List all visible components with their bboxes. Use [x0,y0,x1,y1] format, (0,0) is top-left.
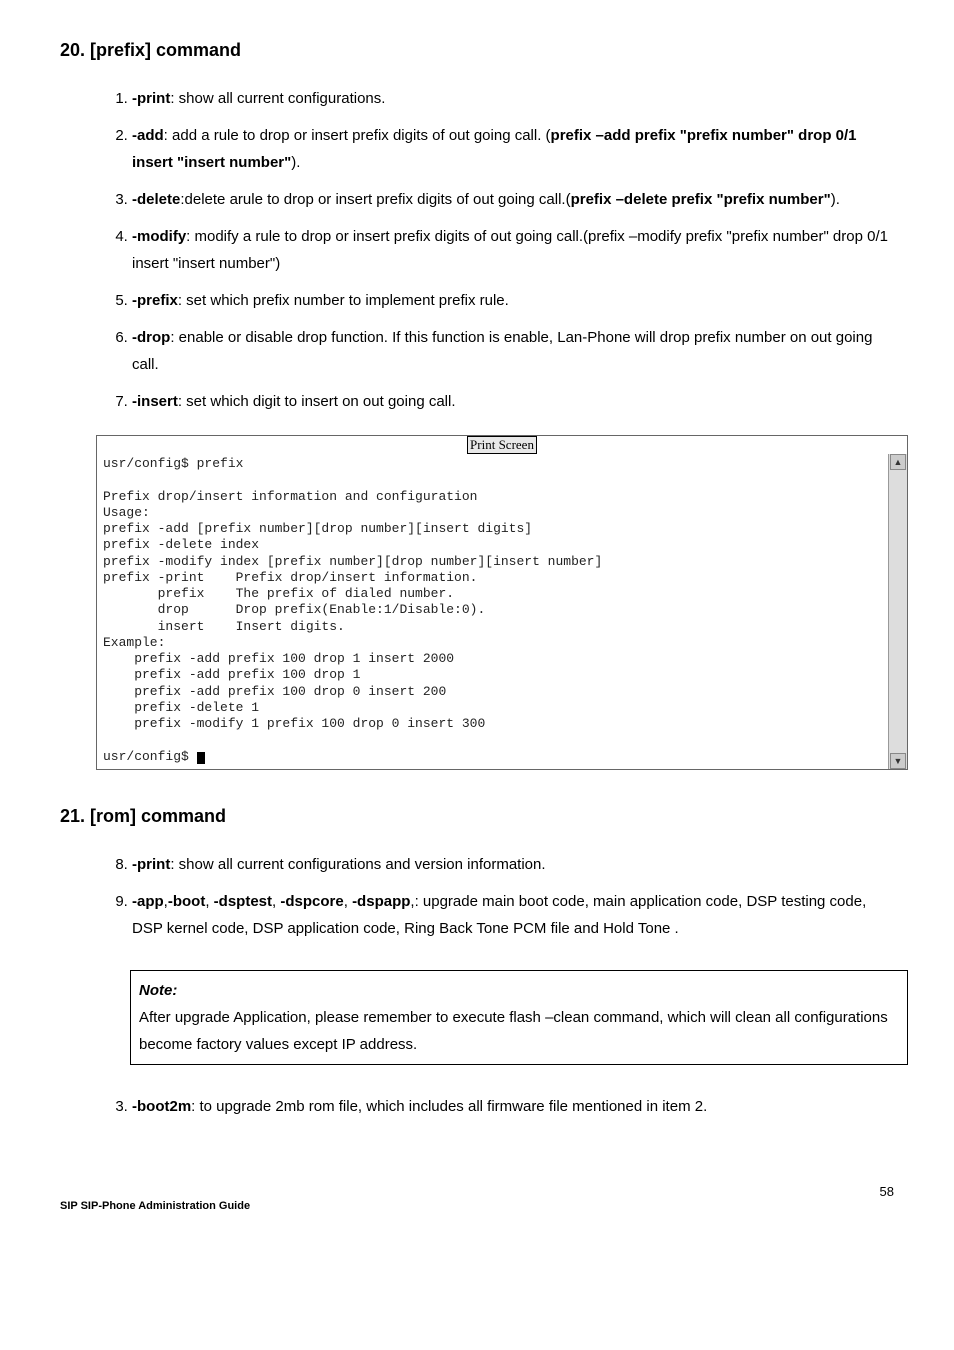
option-tail: ). [291,154,300,171]
list-item: -drop: enable or disable drop function. … [132,324,894,378]
section-21-list: -print: show all current configurations … [60,851,894,942]
page-footer: SIP SIP-Phone Administration Guide 58 [60,1200,894,1212]
list-item: -print: show all current configurations. [132,85,894,112]
terminal-body: usr/config$ prefix Prefix drop/insert in… [97,454,907,769]
option-desc: : show all current configurations and ve… [170,856,545,873]
option-syntax: prefix –delete prefix "prefix number" [571,191,831,208]
terminal-header: Print Screen [97,436,907,454]
option-desc: : set which prefix number to implement p… [178,292,509,309]
terminal-lines: usr/config$ prefix Prefix drop/insert in… [103,456,602,764]
option-name: -print [132,90,170,107]
terminal-panel: Print Screen usr/config$ prefix Prefix d… [96,435,908,770]
list-item: -insert: set which digit to insert on ou… [132,388,894,415]
option-desc: : show all current configurations. [170,90,385,107]
section-21-list-cont: -boot2m: to upgrade 2mb rom file, which … [60,1093,894,1120]
option-name: -drop [132,329,170,346]
list-item: -app,-boot, -dsptest, -dspcore, -dspapp,… [132,888,894,942]
option-tail: ). [831,191,840,208]
scroll-up-icon[interactable]: ▲ [890,454,906,470]
print-screen-button[interactable]: Print Screen [467,436,537,454]
page-number: 58 [880,1184,894,1199]
list-item: -modify: modify a rule to drop or insert… [132,223,894,277]
section-20-heading: 20. [prefix] command [60,40,894,61]
option-desc: :delete arule to drop or insert prefix d… [180,191,570,208]
option-name: -insert [132,393,178,410]
option-name: -modify [132,228,186,245]
option-desc: : enable or disable drop function. If th… [132,329,872,373]
option-name: -dspapp [352,893,410,910]
option-name: -delete [132,191,180,208]
footer-title: SIP SIP-Phone Administration Guide [60,1200,250,1212]
list-item: -prefix: set which prefix number to impl… [132,287,894,314]
note-box: Note: After upgrade Application, please … [130,970,908,1065]
note-body: After upgrade Application, please rememb… [139,1004,899,1058]
scroll-down-icon[interactable]: ▼ [890,753,906,769]
note-title: Note: [139,977,899,1004]
option-desc: : to upgrade 2mb rom file, which include… [191,1098,707,1115]
terminal-text: usr/config$ prefix Prefix drop/insert in… [97,454,888,769]
option-name: -boot2m [132,1098,191,1115]
option-name: -boot [168,893,205,910]
option-desc: : set which digit to insert on out going… [178,393,456,410]
section-21-heading: 21. [rom] command [60,806,894,827]
option-name: -prefix [132,292,178,309]
option-name: -dspcore [280,893,343,910]
option-desc: : modify a rule to drop or insert prefix… [132,228,888,272]
option-name: -dsptest [214,893,272,910]
list-item: -boot2m: to upgrade 2mb rom file, which … [132,1093,894,1120]
cursor-icon [197,752,205,764]
option-name: -add [132,127,164,144]
option-name: -app [132,893,164,910]
scrollbar[interactable]: ▲ ▼ [888,454,907,769]
option-name: -print [132,856,170,873]
section-20-list: -print: show all current configurations.… [60,85,894,415]
list-item: -print: show all current configurations … [132,851,894,878]
option-desc: : add a rule to drop or insert prefix di… [164,127,551,144]
list-item: -delete:delete arule to drop or insert p… [132,186,894,213]
list-item: -add: add a rule to drop or insert prefi… [132,122,894,176]
